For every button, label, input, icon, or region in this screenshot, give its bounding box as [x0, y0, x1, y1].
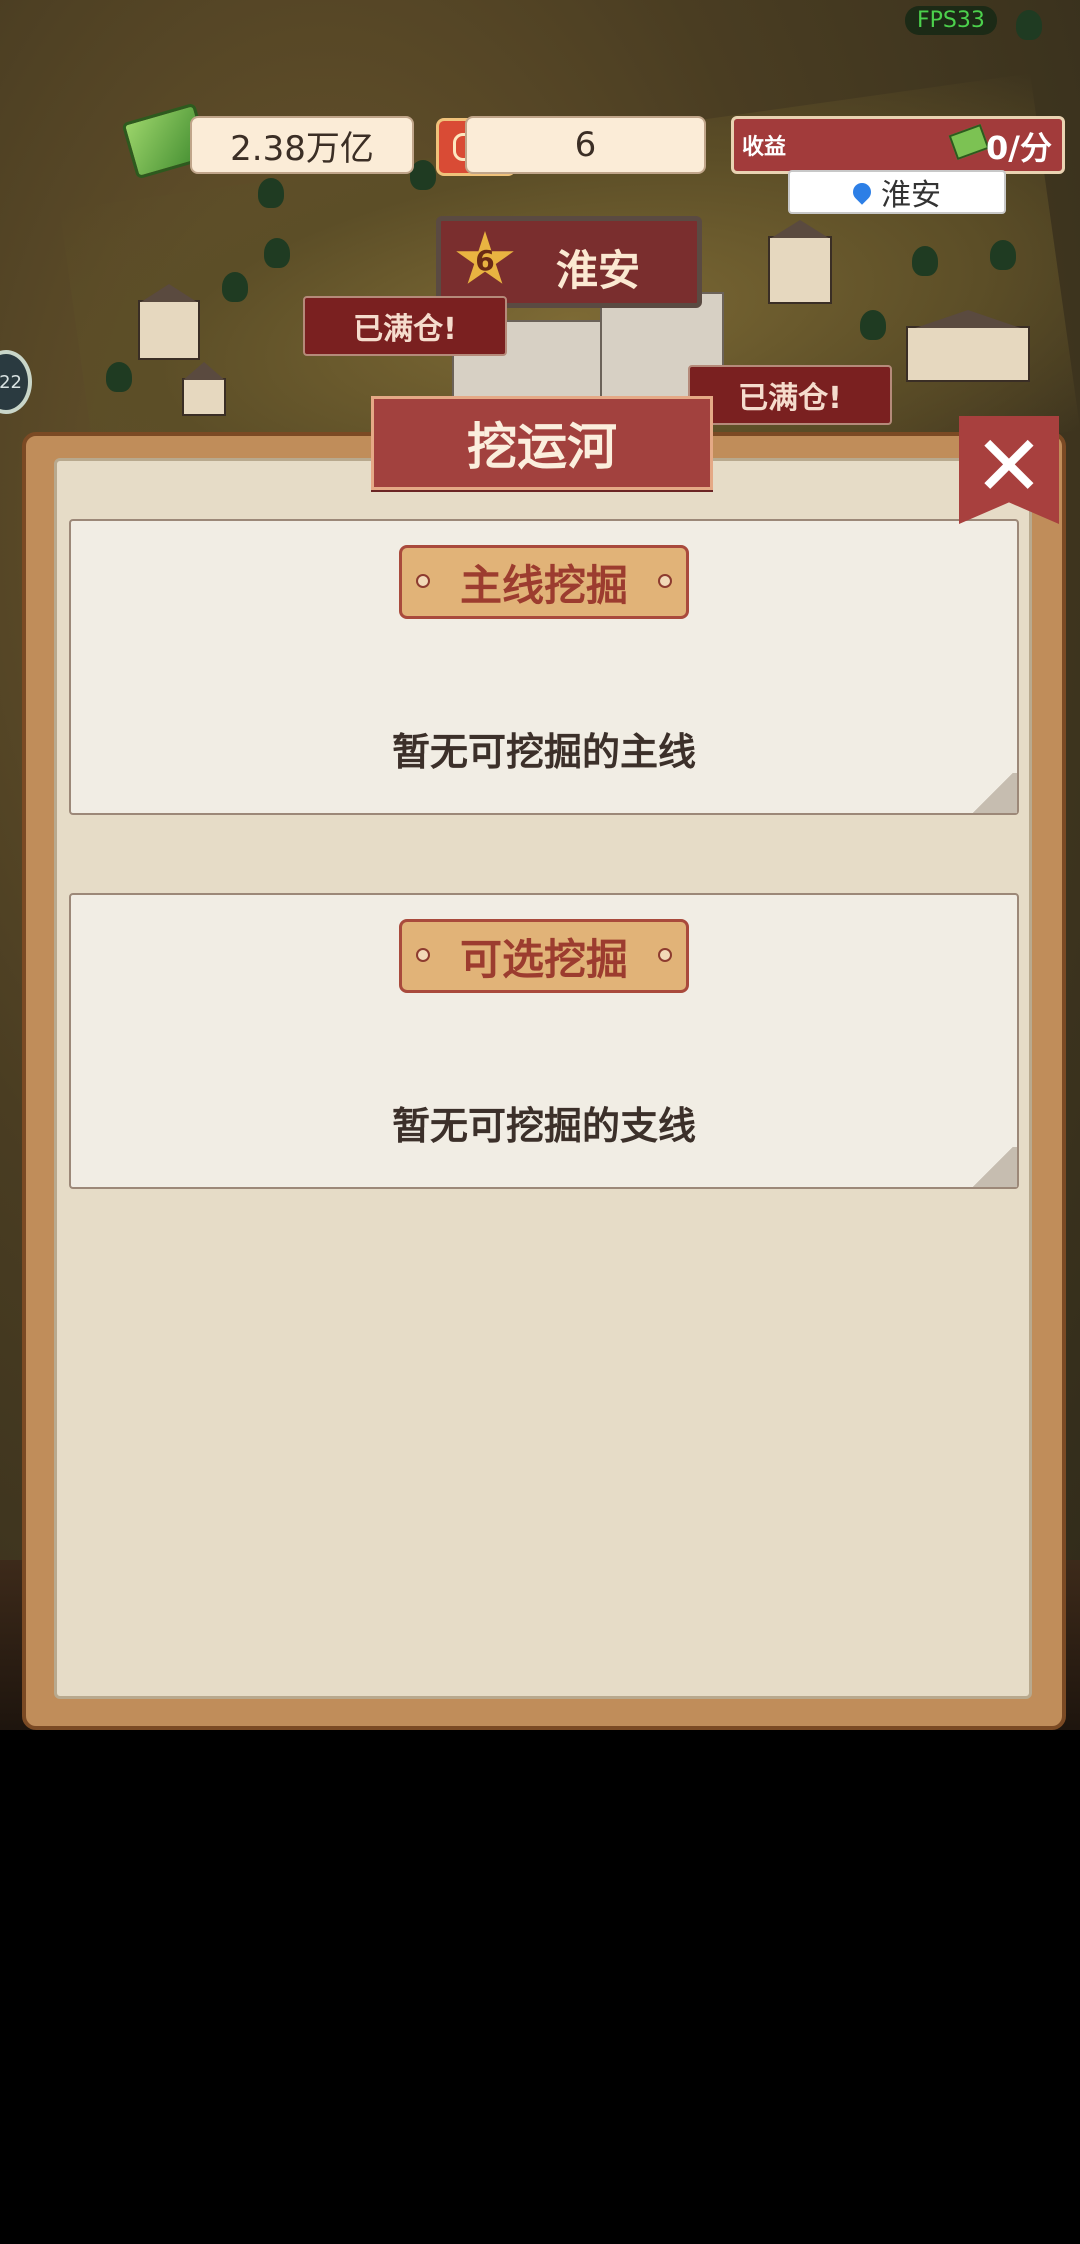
main-dig-tag: 主线挖掘: [399, 545, 689, 619]
ticket-count: 6: [574, 125, 597, 165]
location-indicator[interactable]: 淮安: [788, 170, 1006, 214]
warehouse-full-tag[interactable]: 已满仓!: [688, 365, 892, 425]
dot-ornament: [658, 574, 672, 588]
star-icon: 6: [456, 231, 514, 284]
house: [768, 236, 832, 304]
tree: [258, 178, 284, 208]
optional-dig-tag: 可选挖掘: [399, 919, 689, 993]
close-icon: ✕: [973, 417, 1045, 515]
city-level: 6: [475, 243, 495, 277]
income-rate: 0/分: [986, 129, 1052, 167]
tree: [264, 238, 290, 268]
page-corner: [969, 773, 1017, 813]
main-dig-section: 主线挖掘 暂无可挖掘的主线: [69, 519, 1019, 815]
money-display[interactable]: 2.38万亿: [190, 116, 414, 174]
dig-canal-dialog: 主线挖掘 暂无可挖掘的主线 可选挖掘 暂无可挖掘的支线 挖运河 ✕: [22, 396, 1066, 1730]
money-value: 2.38万亿: [230, 128, 374, 169]
dot-ornament: [416, 574, 430, 588]
dot-ornament: [658, 948, 672, 962]
tree: [106, 362, 132, 392]
house: [138, 300, 200, 360]
optional-dig-tag-label: 可选挖掘: [459, 934, 628, 984]
side-counter-value: 22: [0, 371, 22, 393]
warehouse-full-tag[interactable]: 已满仓!: [303, 296, 507, 356]
optional-empty-message: 暂无可挖掘的支线: [391, 1104, 696, 1148]
city-banner[interactable]: 6 淮安: [436, 216, 702, 308]
optional-dig-section: 可选挖掘 暂无可挖掘的支线: [69, 893, 1019, 1189]
ticket-display[interactable]: 6: [465, 116, 706, 174]
tree: [222, 272, 248, 302]
house: [182, 378, 226, 416]
income-panel[interactable]: 收益 0/分: [731, 116, 1065, 174]
dialog-title: 挖运河: [371, 396, 713, 490]
bottom-void: [0, 1730, 1080, 2244]
page-corner: [969, 1147, 1017, 1187]
tree: [912, 246, 938, 276]
dot-ornament: [416, 948, 430, 962]
tree: [860, 310, 886, 340]
money-icon: [948, 123, 990, 161]
dialog-panel: 主线挖掘 暂无可挖掘的主线 可选挖掘 暂无可挖掘的支线: [54, 458, 1032, 1699]
fps-counter: FPS33: [905, 6, 997, 35]
location-name: 淮安: [881, 178, 941, 213]
income-label: 收益: [742, 135, 787, 160]
house: [906, 326, 1030, 382]
tree: [1016, 10, 1042, 40]
tree: [990, 240, 1016, 270]
main-empty-message: 暂无可挖掘的主线: [391, 730, 696, 774]
city-name: 淮安: [556, 246, 641, 295]
main-dig-tag-label: 主线挖掘: [459, 560, 628, 610]
location-pin-icon: [849, 179, 875, 205]
